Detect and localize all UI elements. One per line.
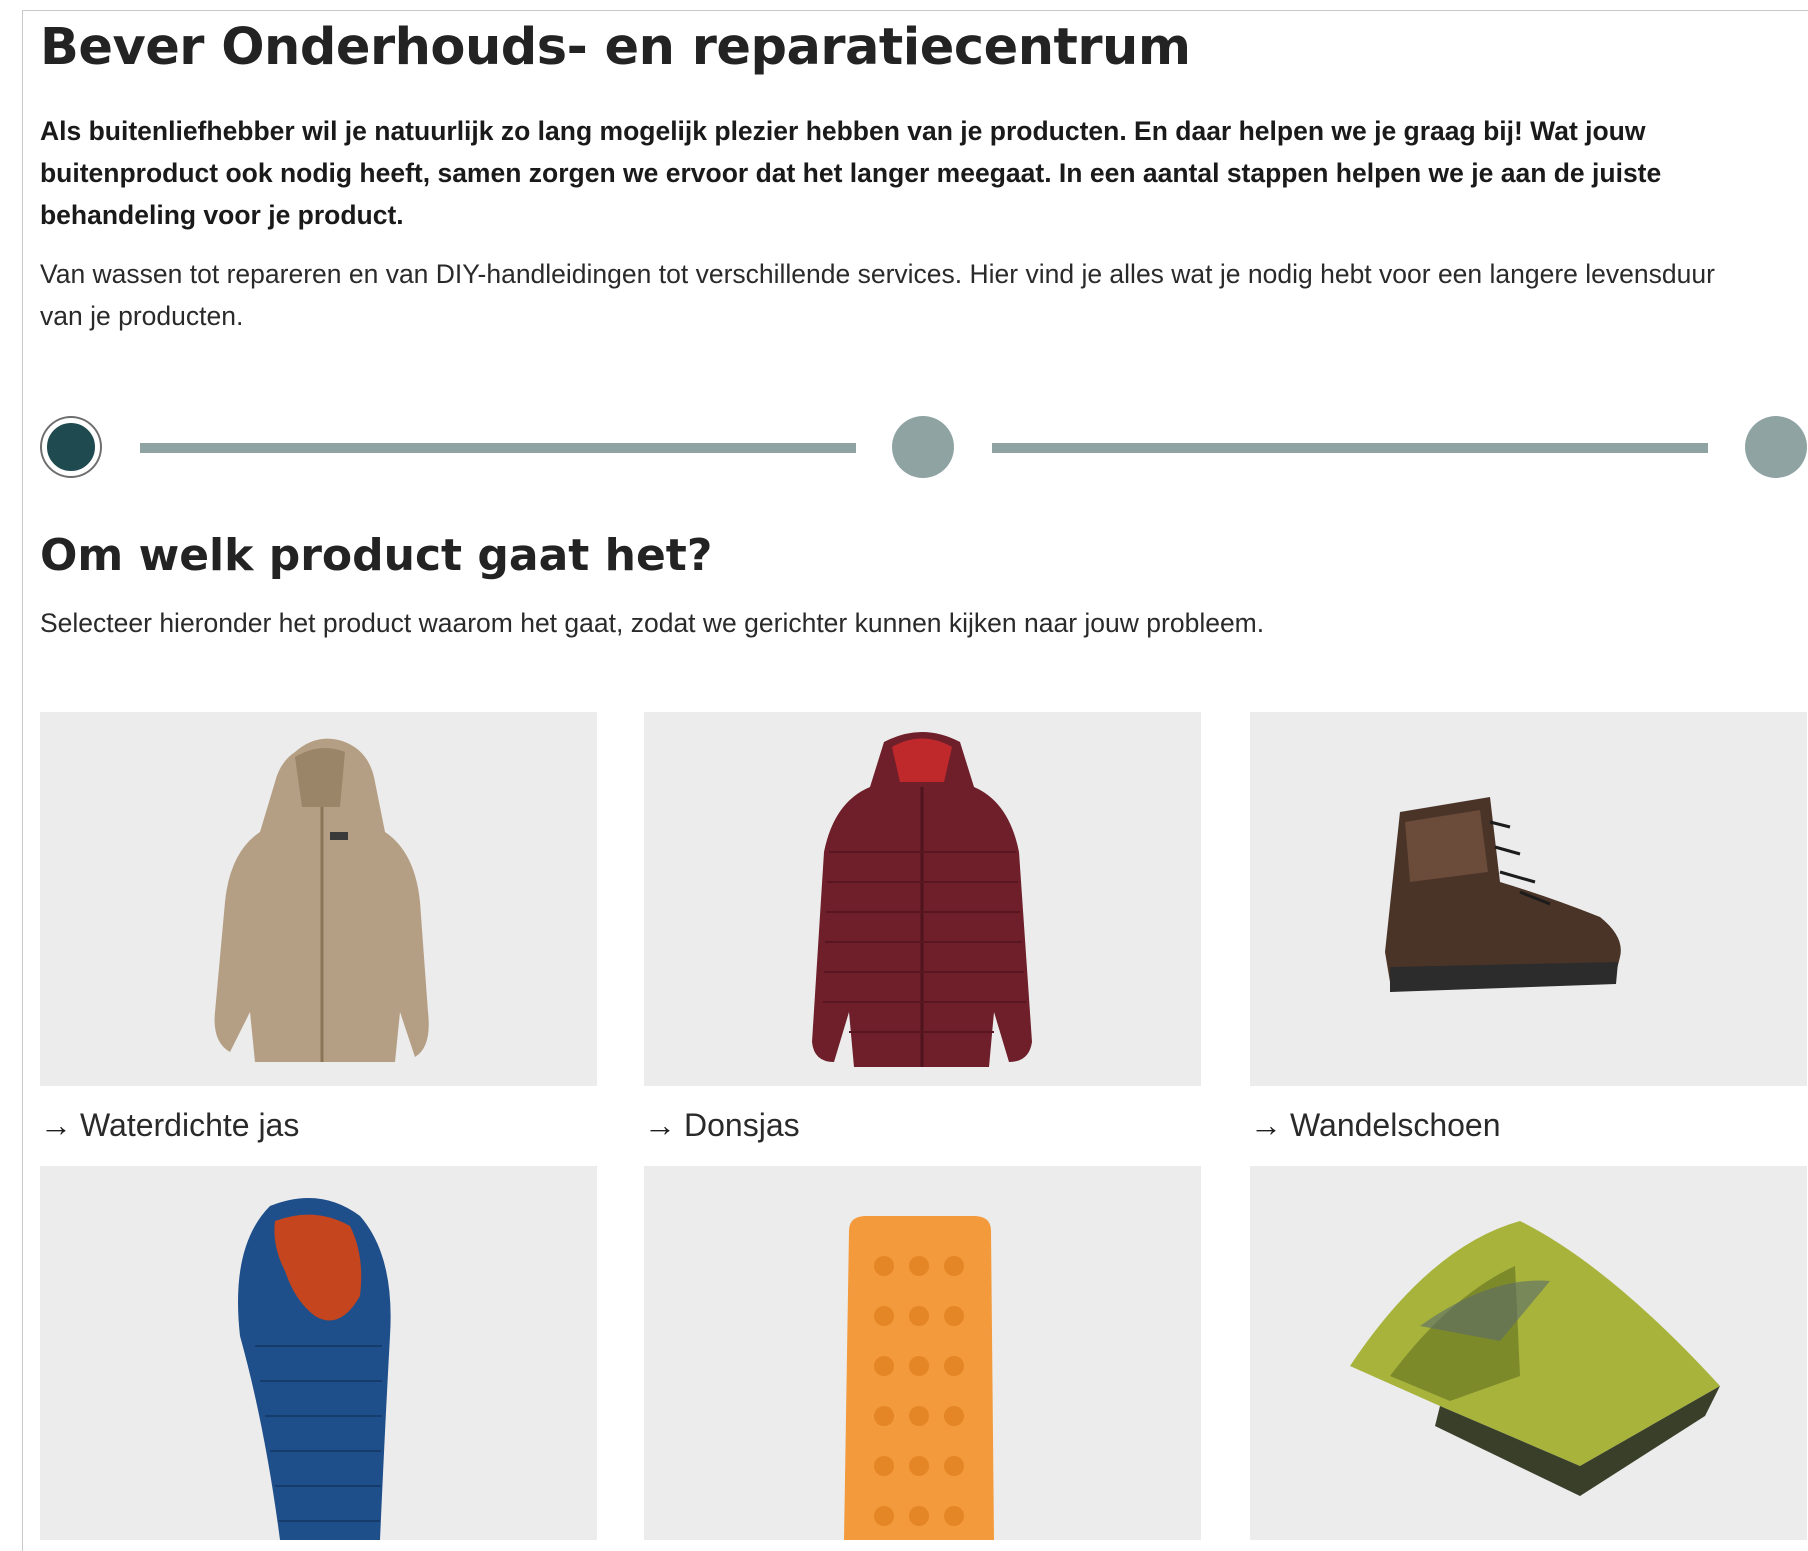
step-connector-1 [140,443,856,453]
sleeping-bag-image [40,1166,597,1540]
product-label-text: Donsjas [684,1106,800,1143]
product-card-down-jacket[interactable]: → Donsjas [644,712,1201,1150]
arrow-right-icon: → [644,1106,676,1143]
sleeping-mat-image [644,1166,1201,1540]
section-title: Om welk product gaat het? [40,530,713,581]
product-label: → Donsjas [644,1100,1201,1150]
product-card-hiking-boot[interactable]: → Wandelschoen [1250,712,1807,1150]
step-2-indicator[interactable] [892,416,954,478]
product-card-waterproof-jacket[interactable]: → Waterdichte jas [40,712,597,1150]
description-text: Van wassen tot repareren en van DIY-hand… [40,259,1715,331]
product-card-sleeping-bag[interactable] [40,1166,597,1540]
arrow-right-icon: → [40,1106,72,1143]
product-label: → Waterdichte jas [40,1100,597,1150]
step-3-indicator[interactable] [1745,416,1807,478]
step-1-indicator[interactable] [42,418,100,476]
product-card-tent[interactable] [1250,1166,1807,1540]
tent-image [1250,1166,1807,1540]
step-connector-2 [992,443,1708,453]
hiking-boot-image [1250,712,1807,1086]
section-description: Selecteer hieronder het product waarom h… [40,608,1265,638]
product-label-text: Wandelschoen [1290,1106,1501,1143]
page-title: Bever Onderhouds- en reparatiecentrum [40,18,1191,77]
product-label-text: Waterdichte jas [80,1106,300,1143]
progress-stepper [40,416,1808,480]
waterproof-jacket-image [40,712,597,1086]
intro-text: Als buitenliefhebber wil je natuurlijk z… [40,116,1662,230]
product-card-sleeping-mat[interactable] [644,1166,1201,1540]
arrow-right-icon: → [1250,1106,1282,1143]
product-label: → Wandelschoen [1250,1100,1807,1150]
down-jacket-image [644,712,1201,1086]
